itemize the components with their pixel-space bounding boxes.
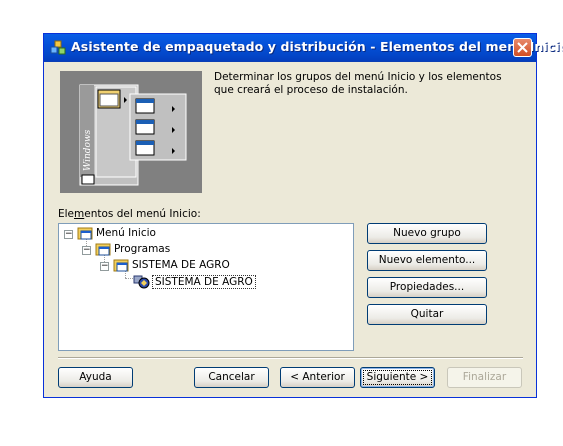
title-bar[interactable]: Asistente de empaquetado y distribución … — [44, 34, 563, 62]
properties-button[interactable]: Propiedades... — [367, 277, 487, 298]
start-menu-tree[interactable]: − Menú Inicio − Programas − SISTEMA DE A… — [58, 223, 354, 351]
start-menu-illustration-icon: Windows — [79, 84, 187, 186]
setup-wizard-icon — [50, 40, 66, 55]
application-shortcut-icon — [133, 275, 150, 289]
collapse-toggle[interactable]: − — [64, 230, 73, 239]
wizard-description: Determinar los grupos del menú Inicio y … — [214, 71, 502, 96]
tree-node-label: SISTEMA DE AGRO — [132, 259, 230, 271]
illustration-label: Windows — [83, 129, 93, 171]
new-item-button[interactable]: Nuevo elemento... — [367, 250, 487, 271]
cancel-button[interactable]: Cancelar — [194, 367, 269, 388]
separator — [58, 357, 523, 359]
tree-label: Elementos del menú Inicio: — [58, 208, 201, 220]
next-button[interactable]: Siguiente > — [360, 367, 435, 388]
tree-node-label: Programas — [114, 243, 171, 255]
collapse-toggle[interactable]: − — [100, 262, 109, 271]
window-title: Asistente de empaquetado y distribución … — [71, 39, 563, 54]
wizard-illustration: Windows — [60, 71, 202, 193]
tree-node-label: SISTEMA DE AGRO — [152, 275, 256, 289]
program-group-icon — [95, 243, 111, 256]
collapse-toggle[interactable]: − — [82, 246, 91, 255]
close-icon — [517, 42, 528, 53]
close-button[interactable] — [513, 38, 532, 57]
new-group-button[interactable]: Nuevo grupo — [367, 223, 487, 244]
wizard-window: Asistente de empaquetado y distribución … — [43, 33, 563, 398]
program-group-icon — [113, 259, 129, 272]
tree-node-label: Menú Inicio — [96, 227, 156, 239]
program-group-icon — [77, 227, 93, 240]
back-button[interactable]: < Anterior — [280, 367, 355, 388]
remove-button[interactable]: Quitar — [367, 304, 487, 325]
help-button[interactable]: Ayuda — [58, 367, 133, 388]
finish-button[interactable]: Finalizar — [447, 367, 522, 388]
